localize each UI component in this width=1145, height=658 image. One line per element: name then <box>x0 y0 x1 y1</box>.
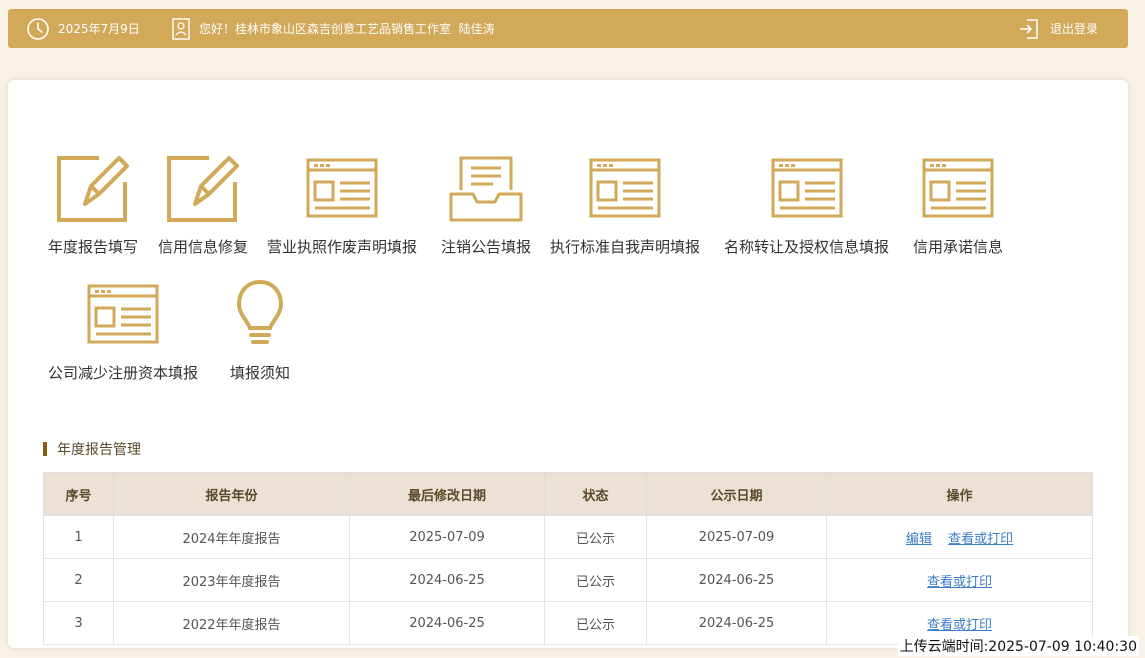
edit-icon <box>158 148 248 228</box>
cell-year: 2023年年度报告 <box>113 558 350 602</box>
tile-label: 填报须知 <box>230 364 291 382</box>
section-title: 年度报告管理 <box>57 442 141 458</box>
tile-annual-report[interactable]: 年度报告填写 <box>48 148 138 257</box>
cell-modified: 2025-07-09 <box>349 515 545 559</box>
tile-license-void[interactable]: 营业执照作废声明填报 <box>267 148 417 257</box>
cell-published: 2024-06-25 <box>646 558 827 602</box>
top-bar: 2025年7月9日 您好！桂林市象山区森吉创意工艺品销售工作室 陆佳涛 退出登录 <box>8 9 1128 48</box>
lightbulb-icon <box>230 274 290 354</box>
tile-label: 营业执照作废声明填报 <box>267 238 418 256</box>
form-icon <box>550 148 700 228</box>
cell-status: 已公示 <box>544 601 647 645</box>
cell-year: 2024年年度报告 <box>113 515 350 559</box>
section-header: 年度报告管理 <box>43 439 141 459</box>
tile-label: 注销公告填报 <box>441 238 532 256</box>
cell-year: 2022年年度报告 <box>113 601 350 645</box>
logout-button[interactable]: 退出登录 <box>1018 9 1098 48</box>
cell-published: 2025-07-09 <box>646 515 827 559</box>
tile-label: 信用承诺信息 <box>913 238 1004 256</box>
col-no-header: 序号 <box>43 472 114 516</box>
tile-label: 信用信息修复 <box>158 238 249 256</box>
date-display: 2025年7月9日 <box>26 9 140 48</box>
upload-time-stamp: 上传云端时间:2025-07-09 10:40:30 <box>897 636 1139 656</box>
main-card: 年度报告填写 信用信息修复 营业执照作废声明填报 注销公告填报 执行标准自我声明… <box>8 80 1128 648</box>
col-status-header: 状态 <box>544 472 647 516</box>
cell-status: 已公示 <box>544 558 647 602</box>
user-badge-icon <box>171 17 191 40</box>
col-actions-header: 操作 <box>826 472 1093 516</box>
inbox-icon <box>441 148 531 228</box>
cell-status: 已公示 <box>544 515 647 559</box>
cell-modified: 2024-06-25 <box>349 601 545 645</box>
view-print-link[interactable]: 查看或打印 <box>927 618 992 633</box>
tile-label: 公司减少注册资本填报 <box>48 364 199 382</box>
form-icon <box>48 274 198 354</box>
tile-label: 执行标准自我声明填报 <box>550 238 701 256</box>
tile-capital-reduction[interactable]: 公司减少注册资本填报 <box>48 274 198 383</box>
table-row: 2 2023年年度报告 2024-06-25 已公示 2024-06-25 查看… <box>43 558 1093 602</box>
cell-no: 2 <box>43 558 114 602</box>
col-year-header: 报告年份 <box>113 472 350 516</box>
tile-name-transfer[interactable]: 名称转让及授权信息填报 <box>724 148 889 257</box>
tile-cancel-notice[interactable]: 注销公告填报 <box>441 148 531 257</box>
tile-instructions[interactable]: 填报须知 <box>230 274 290 383</box>
logout-label: 退出登录 <box>1049 22 1098 36</box>
cell-published: 2024-06-25 <box>646 601 827 645</box>
cell-no: 1 <box>43 515 114 559</box>
annual-report-table: 序号 报告年份 最后修改日期 状态 公示日期 操作 1 2024年年度报告 20… <box>43 472 1093 645</box>
tile-credit-commitment[interactable]: 信用承诺信息 <box>913 148 1003 257</box>
cell-actions: 查看或打印 <box>826 558 1093 602</box>
table-header-row: 序号 报告年份 最后修改日期 状态 公示日期 操作 <box>43 472 1093 516</box>
user-greeting: 您好！桂林市象山区森吉创意工艺品销售工作室 陆佳涛 <box>171 9 495 48</box>
date-text: 2025年7月9日 <box>58 22 140 36</box>
cell-actions: 编辑 查看或打印 <box>826 515 1093 559</box>
greeting-text: 您好！桂林市象山区森吉创意工艺品销售工作室 陆佳涛 <box>199 22 495 36</box>
clock-icon <box>26 17 50 41</box>
tile-label: 名称转让及授权信息填报 <box>724 238 890 256</box>
tile-label: 年度报告填写 <box>48 238 139 256</box>
form-icon <box>267 148 417 228</box>
form-icon <box>913 148 1003 228</box>
edit-link[interactable]: 编辑 <box>906 532 932 547</box>
edit-icon <box>48 148 138 228</box>
view-print-link[interactable]: 查看或打印 <box>927 575 992 590</box>
tile-credit-repair[interactable]: 信用信息修复 <box>158 148 248 257</box>
tile-standard-declaration[interactable]: 执行标准自我声明填报 <box>550 148 700 257</box>
form-icon <box>724 148 889 228</box>
col-published-header: 公示日期 <box>646 472 827 516</box>
cell-modified: 2024-06-25 <box>349 558 545 602</box>
table-row: 1 2024年年度报告 2025-07-09 已公示 2025-07-09 编辑… <box>43 515 1093 559</box>
cell-no: 3 <box>43 601 114 645</box>
logout-icon <box>1018 18 1040 40</box>
view-print-link[interactable]: 查看或打印 <box>948 532 1013 547</box>
col-modified-header: 最后修改日期 <box>349 472 545 516</box>
section-marker <box>43 442 47 456</box>
